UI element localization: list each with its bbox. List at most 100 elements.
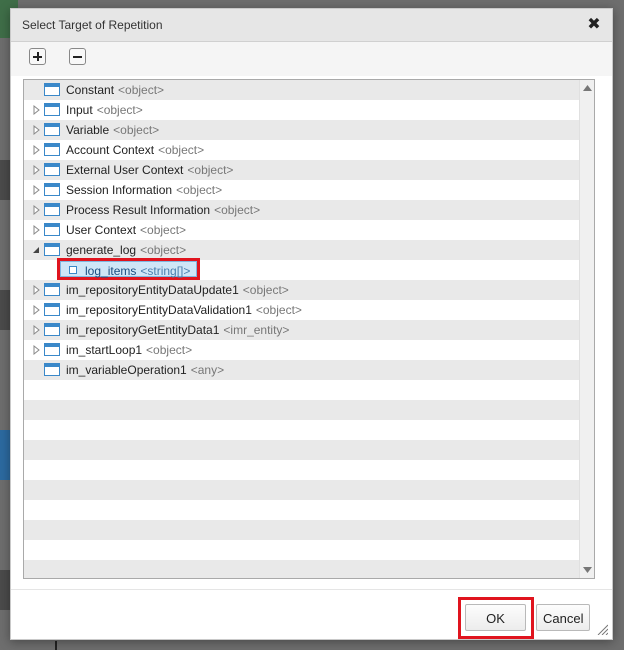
object-node-icon — [44, 163, 60, 176]
tree-toolbar — [11, 42, 612, 76]
background-app-fragment — [0, 160, 10, 200]
plus-icon[interactable] — [29, 48, 46, 65]
tree-row[interactable]: Input <object> — [24, 100, 579, 120]
tree-item-text: Input <object> — [66, 100, 143, 120]
tree-row-empty — [24, 560, 579, 578]
tree-item-text: User Context <object> — [66, 220, 186, 240]
tree-item-type: <object> — [242, 283, 289, 297]
minus-icon[interactable] — [69, 48, 86, 65]
tree-item-label: im_startLoop1 — [66, 343, 143, 357]
object-node-icon — [44, 363, 60, 376]
object-node-icon — [44, 343, 60, 356]
tree-item-type: <object> — [158, 143, 205, 157]
tree-row[interactable]: generate_log <object> — [24, 240, 579, 260]
tree-item-text: Process Result Information <object> — [66, 200, 260, 220]
tree-item-type: <object> — [187, 163, 234, 177]
tree-item-type: <object> — [214, 203, 261, 217]
tree-item-type: <imr_entity> — [223, 323, 290, 337]
tree-item-label: im_repositoryGetEntityData1 — [66, 323, 220, 337]
tree-item-label: im_variableOperation1 — [66, 363, 187, 377]
tree-item-type: <string[]> — [140, 264, 191, 278]
tree-item-type: <any> — [190, 363, 225, 377]
object-node-icon — [44, 83, 60, 96]
tree-row[interactable]: Constant <object> — [24, 80, 579, 100]
object-node-icon — [44, 203, 60, 216]
tree-row[interactable]: im_repositoryEntityDataValidation1 <objec… — [24, 300, 579, 320]
object-node-icon — [44, 303, 60, 316]
tree-row[interactable]: Account Context <object> — [24, 140, 579, 160]
scroll-down-icon[interactable] — [583, 565, 592, 574]
tree-item-text: log_items <string[]> — [85, 261, 190, 281]
object-node-icon — [44, 123, 60, 136]
object-node-icon — [44, 143, 60, 156]
expand-arrow-icon[interactable] — [33, 305, 40, 315]
ok-button[interactable]: OK — [465, 604, 526, 631]
expand-arrow-icon[interactable] — [33, 225, 40, 235]
dialog-titlebar: Select Target of Repetition ✖ — [11, 9, 612, 42]
tree-item-text: Constant <object> — [66, 80, 164, 100]
tree-item-type: <object> — [113, 123, 160, 137]
tree-item-text: im_repositoryEntityDataValidation1 <objec… — [66, 300, 302, 320]
tree-item-label: Input — [66, 103, 93, 117]
expand-arrow-icon[interactable] — [33, 325, 40, 335]
tree-row[interactable]: User Context <object> — [24, 220, 579, 240]
expand-arrow-icon[interactable] — [33, 125, 40, 135]
expand-arrow-icon[interactable] — [33, 105, 40, 115]
tree-item-label: im_repositoryEntityDataUpdate1 — [66, 283, 239, 297]
selected-item-highlight: log_items <string[]> — [57, 258, 200, 280]
object-node-icon — [44, 183, 60, 196]
tree-item-text: im_variableOperation1 <any> — [66, 360, 224, 380]
tree-row-empty — [24, 380, 579, 400]
close-icon[interactable]: ✖ — [586, 16, 602, 34]
collapse-arrow-icon[interactable] — [32, 246, 40, 254]
resize-grip-icon[interactable] — [596, 623, 608, 635]
expand-arrow-icon[interactable] — [33, 145, 40, 155]
tree-item-text: Variable <object> — [66, 120, 159, 140]
tree-view[interactable]: Constant <object> Input <object> Variable <ob… — [23, 79, 595, 579]
tree-item-text: generate_log <object> — [66, 240, 186, 260]
expand-arrow-icon[interactable] — [33, 165, 40, 175]
tree-item-type: <object> — [176, 183, 223, 197]
tree-item-type: <object> — [118, 83, 165, 97]
cancel-button[interactable]: Cancel — [536, 604, 590, 631]
tree-row[interactable]: log_items <string[]> — [24, 258, 579, 280]
tree-row[interactable]: External User Context <object> — [24, 160, 579, 180]
dialog-title: Select Target of Repetition — [22, 18, 163, 32]
background-connector — [55, 641, 57, 650]
tree-item-label: log_items — [85, 264, 137, 278]
tree-row-empty — [24, 460, 579, 480]
tree-row-empty — [24, 440, 579, 460]
tree-item-label: Variable — [66, 123, 110, 137]
tree-row[interactable]: im_variableOperation1 <any> — [24, 360, 579, 380]
dialog-footer: OK Cancel — [11, 589, 612, 639]
scroll-up-icon[interactable] — [583, 84, 592, 93]
tree-item-text: External User Context <object> — [66, 160, 233, 180]
tree-item-text: Account Context <object> — [66, 140, 204, 160]
expand-arrow-icon[interactable] — [33, 205, 40, 215]
tree-row[interactable]: im_startLoop1 <object> — [24, 340, 579, 360]
tree-row-empty — [24, 540, 579, 560]
vertical-scrollbar[interactable] — [579, 80, 594, 578]
select-target-dialog: Select Target of Repetition ✖ Constant <o… — [10, 8, 613, 640]
tree-row[interactable]: Process Result Information <object> — [24, 200, 579, 220]
selected-item[interactable]: log_items <string[]> — [60, 261, 197, 278]
tree-row[interactable]: Variable <object> — [24, 120, 579, 140]
tree-item-type: <object> — [140, 243, 187, 257]
background-app-fragment — [0, 570, 10, 610]
tree-item-type: <object> — [255, 303, 302, 317]
tree-item-label: User Context — [66, 223, 137, 237]
object-node-icon — [44, 283, 60, 296]
tree-row-empty — [24, 480, 579, 500]
tree-row-empty — [24, 520, 579, 540]
tree-item-text: im_repositoryGetEntityData1 <imr_entity> — [66, 320, 289, 340]
expand-arrow-icon[interactable] — [33, 285, 40, 295]
tree-row[interactable]: im_repositoryEntityDataUpdate1 <object> — [24, 280, 579, 300]
expand-arrow-icon[interactable] — [33, 185, 40, 195]
object-node-icon — [44, 323, 60, 336]
tree-item-text: im_repositoryEntityDataUpdate1 <object> — [66, 280, 289, 300]
expand-arrow-icon[interactable] — [33, 345, 40, 355]
tree-row[interactable]: im_repositoryGetEntityData1 <imr_entity> — [24, 320, 579, 340]
object-node-icon — [44, 243, 60, 256]
tree-item-label: Account Context — [66, 143, 155, 157]
tree-row[interactable]: Session Information <object> — [24, 180, 579, 200]
